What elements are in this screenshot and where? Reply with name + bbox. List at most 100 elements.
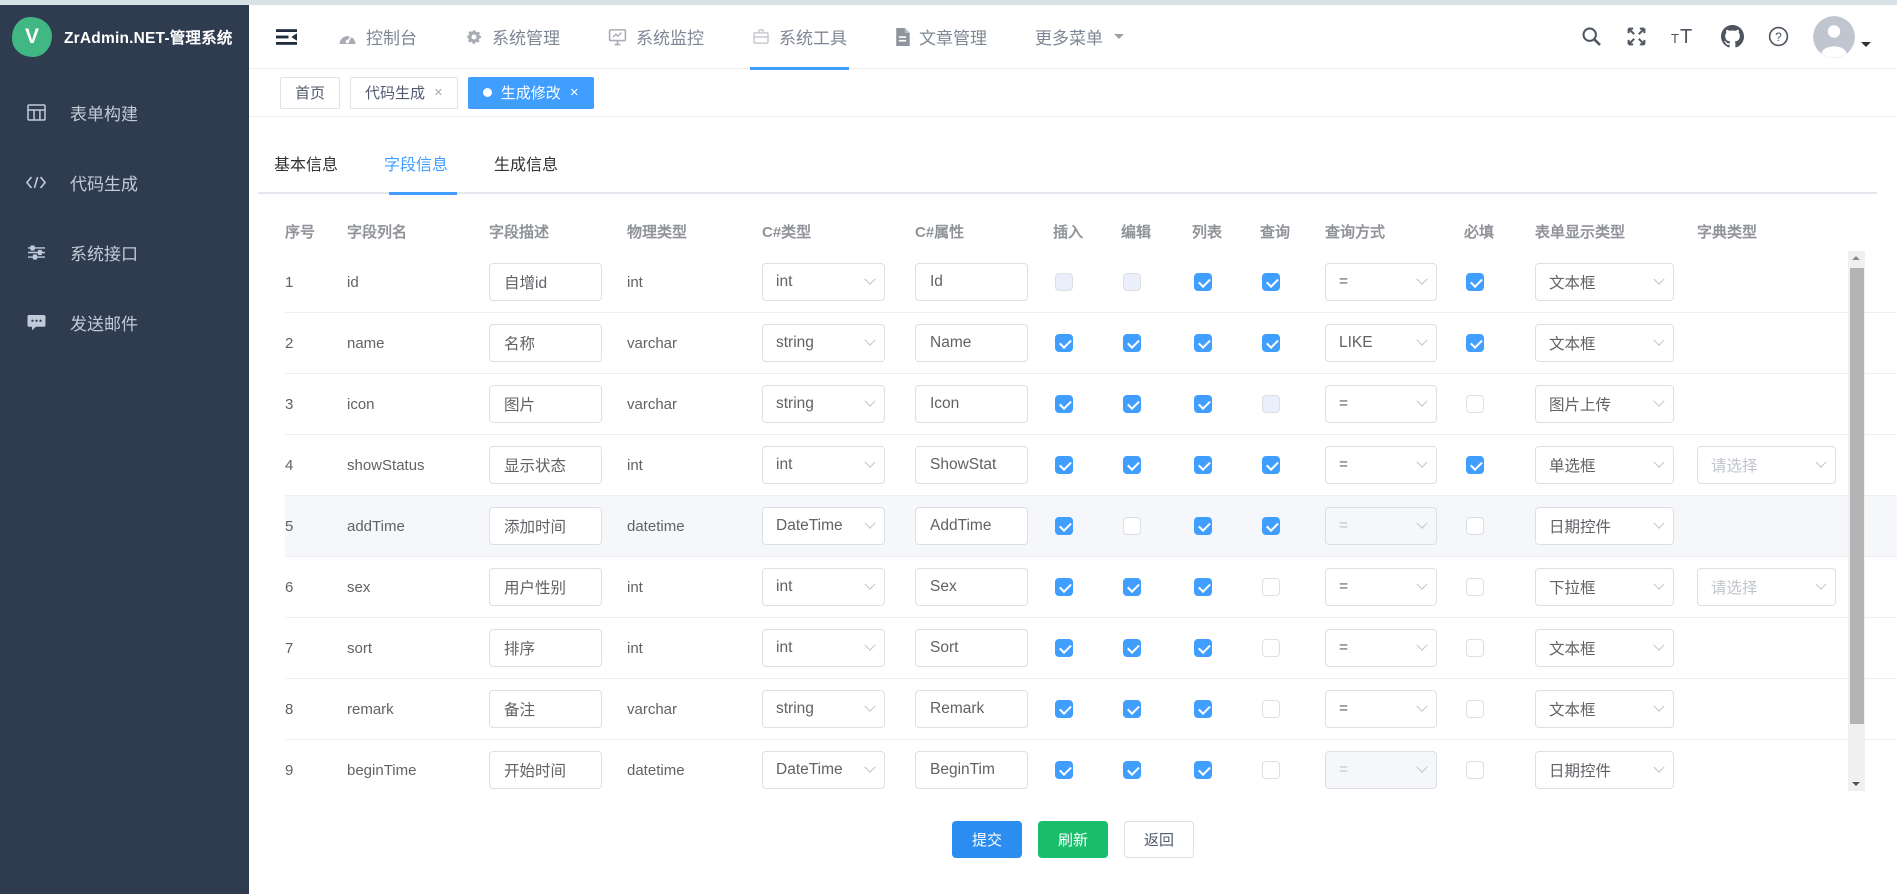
nav-item-system-tools[interactable]: 系统工具 (750, 5, 849, 69)
insert-checkbox[interactable] (1055, 639, 1073, 657)
description-input[interactable]: 名称 (489, 324, 602, 362)
display-type-select[interactable]: 文本框 (1535, 263, 1674, 301)
query-mode-select[interactable]: = (1325, 446, 1437, 484)
query-checkbox[interactable] (1262, 334, 1280, 352)
required-checkbox[interactable] (1466, 517, 1484, 535)
query-mode-select[interactable]: = (1325, 263, 1437, 301)
edit-checkbox[interactable] (1123, 578, 1141, 596)
csharp-property-input[interactable]: Remark (915, 690, 1028, 728)
csharp-type-select[interactable]: int (762, 446, 885, 484)
required-checkbox[interactable] (1466, 639, 1484, 657)
sidebar-item-send-mail[interactable]: 发送邮件 (0, 287, 249, 357)
description-input[interactable]: 排序 (489, 629, 602, 667)
query-mode-select[interactable]: = (1325, 568, 1437, 606)
description-input[interactable]: 显示状态 (489, 446, 602, 484)
user-avatar-menu[interactable] (1813, 16, 1871, 58)
description-input[interactable]: 自增id (489, 263, 602, 301)
csharp-property-input[interactable]: Sort (915, 629, 1028, 667)
tab-gen-info[interactable]: 生成信息 (494, 151, 558, 192)
submit-button[interactable]: 提交 (952, 821, 1022, 858)
tab-field-info[interactable]: 字段信息 (384, 151, 448, 192)
tab-basic-info[interactable]: 基本信息 (274, 151, 338, 192)
font-size-icon[interactable]: TT (1671, 26, 1697, 47)
edit-checkbox[interactable] (1123, 761, 1141, 779)
display-type-select[interactable]: 文本框 (1535, 690, 1674, 728)
list-checkbox[interactable] (1194, 456, 1212, 474)
display-type-select[interactable]: 日期控件 (1535, 751, 1674, 789)
query-mode-select[interactable]: LIKE (1325, 324, 1437, 362)
display-type-select[interactable]: 单选框 (1535, 446, 1674, 484)
csharp-property-input[interactable]: Id (915, 263, 1028, 301)
dict-type-select[interactable]: 请选择 (1697, 568, 1836, 606)
csharp-type-select[interactable]: DateTime (762, 507, 885, 545)
list-checkbox[interactable] (1194, 517, 1212, 535)
menu-fold-icon[interactable] (275, 27, 298, 47)
csharp-type-select[interactable]: int (762, 568, 885, 606)
required-checkbox[interactable] (1466, 761, 1484, 779)
query-mode-select[interactable]: = (1325, 690, 1437, 728)
query-checkbox[interactable] (1262, 700, 1280, 718)
description-input[interactable]: 开始时间 (489, 751, 602, 789)
nav-item-console[interactable]: 控制台 (336, 5, 419, 69)
display-type-select[interactable]: 文本框 (1535, 629, 1674, 667)
required-checkbox[interactable] (1466, 578, 1484, 596)
github-icon[interactable] (1721, 25, 1744, 48)
list-checkbox[interactable] (1194, 395, 1212, 413)
display-type-select[interactable]: 图片上传 (1535, 385, 1674, 423)
insert-checkbox[interactable] (1055, 761, 1073, 779)
table-scrollbar[interactable] (1848, 251, 1865, 791)
search-icon[interactable] (1581, 26, 1602, 47)
query-checkbox[interactable] (1262, 578, 1280, 596)
csharp-property-input[interactable]: Icon (915, 385, 1028, 423)
csharp-type-select[interactable]: int (762, 263, 885, 301)
nav-item-more-menu[interactable]: 更多菜单 (1033, 5, 1126, 69)
edit-checkbox[interactable] (1123, 395, 1141, 413)
close-icon[interactable]: × (434, 85, 443, 100)
edit-checkbox[interactable] (1123, 334, 1141, 352)
csharp-type-select[interactable]: string (762, 324, 885, 362)
query-checkbox[interactable] (1262, 761, 1280, 779)
edit-checkbox[interactable] (1123, 639, 1141, 657)
dict-type-select[interactable]: 请选择 (1697, 446, 1836, 484)
required-checkbox[interactable] (1466, 700, 1484, 718)
list-checkbox[interactable] (1194, 700, 1212, 718)
edit-checkbox[interactable] (1123, 700, 1141, 718)
required-checkbox[interactable] (1466, 456, 1484, 474)
csharp-type-select[interactable]: DateTime (762, 751, 885, 789)
csharp-type-select[interactable]: string (762, 690, 885, 728)
description-input[interactable]: 用户性别 (489, 568, 602, 606)
tag-code-gen[interactable]: 代码生成× (350, 77, 458, 109)
sidebar-item-form-build[interactable]: 表单构建 (0, 77, 249, 147)
csharp-property-input[interactable]: BeginTim (915, 751, 1028, 789)
query-checkbox[interactable] (1262, 639, 1280, 657)
edit-checkbox[interactable] (1123, 517, 1141, 535)
sidebar-item-system-api[interactable]: 系统接口 (0, 217, 249, 287)
tag-gen-edit[interactable]: 生成修改× (468, 77, 594, 109)
display-type-select[interactable]: 日期控件 (1535, 507, 1674, 545)
edit-checkbox[interactable] (1123, 456, 1141, 474)
csharp-property-input[interactable]: AddTime (915, 507, 1028, 545)
list-checkbox[interactable] (1194, 761, 1212, 779)
nav-item-article-manage[interactable]: 文章管理 (893, 5, 989, 69)
insert-checkbox[interactable] (1055, 395, 1073, 413)
csharp-property-input[interactable]: ShowStat (915, 446, 1028, 484)
back-button[interactable]: 返回 (1124, 821, 1194, 858)
fullscreen-icon[interactable] (1626, 26, 1647, 47)
query-mode-select[interactable]: = (1325, 629, 1437, 667)
insert-checkbox[interactable] (1055, 456, 1073, 474)
query-checkbox[interactable] (1262, 273, 1280, 291)
insert-checkbox[interactable] (1055, 578, 1073, 596)
list-checkbox[interactable] (1194, 334, 1212, 352)
insert-checkbox[interactable] (1055, 700, 1073, 718)
insert-checkbox[interactable] (1055, 517, 1073, 535)
csharp-property-input[interactable]: Name (915, 324, 1028, 362)
query-mode-select[interactable]: = (1325, 385, 1437, 423)
required-checkbox[interactable] (1466, 395, 1484, 413)
description-input[interactable]: 添加时间 (489, 507, 602, 545)
display-type-select[interactable]: 下拉框 (1535, 568, 1674, 606)
tag-home[interactable]: 首页 (280, 77, 340, 109)
description-input[interactable]: 图片 (489, 385, 602, 423)
display-type-select[interactable]: 文本框 (1535, 324, 1674, 362)
close-icon[interactable]: × (570, 85, 579, 100)
help-icon[interactable]: ? (1768, 26, 1789, 47)
